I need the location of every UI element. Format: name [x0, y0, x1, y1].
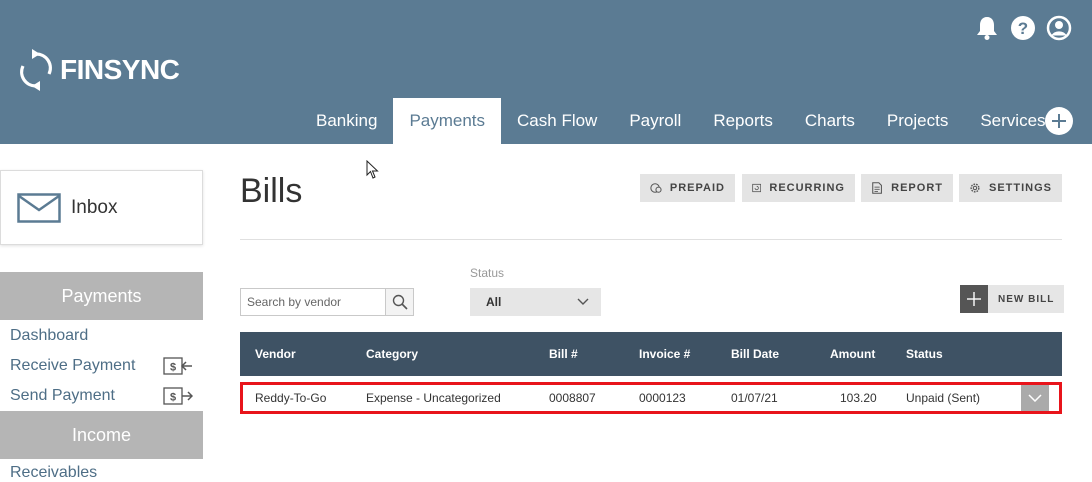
top-navigation-bar: FINSYNC ? Banking Payments Cash Flow Pay…: [0, 0, 1092, 144]
new-bill-button[interactable]: NEW BILL: [960, 285, 1065, 313]
tab-payroll[interactable]: Payroll: [613, 98, 697, 144]
prepaid-icon: [650, 183, 662, 193]
tab-reports[interactable]: Reports: [697, 98, 789, 144]
tab-payments[interactable]: Payments: [393, 98, 502, 144]
brand-name: FINSYNC: [60, 54, 180, 85]
sidebar-item-dashboard[interactable]: Dashboard: [10, 327, 88, 345]
column-header-amount[interactable]: Amount: [830, 332, 875, 376]
status-filter-value: All: [486, 295, 502, 309]
bell-icon[interactable]: [974, 14, 1000, 42]
cell-invoice-number: 0000123: [639, 391, 686, 405]
recurring-icon: [752, 183, 762, 193]
search-icon: [392, 294, 408, 310]
divider: [240, 239, 1062, 240]
column-header-vendor[interactable]: Vendor: [255, 332, 296, 376]
new-bill-label: NEW BILL: [988, 285, 1065, 313]
search-input[interactable]: [241, 289, 385, 315]
column-header-bill-number[interactable]: Bill #: [549, 332, 578, 376]
recurring-button[interactable]: RECURRING: [742, 174, 855, 202]
settings-label: SETTINGS: [988, 182, 1052, 194]
status-filter-label: Status: [470, 266, 505, 280]
sidebar-header-income[interactable]: Income: [0, 411, 203, 459]
column-header-invoice-number[interactable]: Invoice #: [639, 332, 690, 376]
tab-charts[interactable]: Charts: [789, 98, 871, 144]
settings-button[interactable]: SETTINGS: [959, 174, 1062, 202]
cell-bill-number: 0008807: [549, 391, 596, 405]
recurring-label: RECURRING: [769, 182, 845, 194]
row-expand-button[interactable]: [1021, 385, 1049, 411]
sidebar-item-send-payment[interactable]: Send Payment: [10, 387, 115, 405]
mouse-cursor-icon: [366, 160, 379, 179]
report-icon: [872, 182, 882, 194]
plus-icon: [960, 285, 988, 313]
column-header-bill-date[interactable]: Bill Date: [731, 332, 779, 376]
svg-text:$: $: [170, 392, 176, 404]
inbox-card[interactable]: Inbox: [0, 170, 203, 245]
page-title: Bills: [240, 172, 303, 210]
svg-text:?: ?: [1018, 19, 1028, 38]
svg-text:$: $: [170, 362, 176, 374]
search-button[interactable]: [385, 289, 413, 315]
receive-money-icon[interactable]: $: [163, 356, 193, 376]
cell-category: Expense - Uncategorized: [366, 391, 501, 405]
tab-projects[interactable]: Projects: [871, 98, 964, 144]
sidebar-header-payments[interactable]: Payments: [0, 272, 203, 320]
chevron-down-icon: [577, 298, 589, 305]
main-nav-tabs: Banking Payments Cash Flow Payroll Repor…: [300, 98, 1062, 144]
user-icon[interactable]: [1046, 14, 1072, 42]
cell-amount: 103.20: [840, 391, 877, 405]
sync-logo-icon: [20, 49, 52, 91]
bills-table-header: Vendor Category Bill # Invoice # Bill Da…: [240, 332, 1062, 376]
inbox-label: Inbox: [71, 196, 118, 218]
report-button[interactable]: REPORT: [861, 174, 953, 202]
cell-status: Unpaid (Sent): [906, 391, 981, 405]
column-header-status[interactable]: Status: [906, 332, 943, 376]
prepaid-label: PREPAID: [669, 182, 725, 194]
envelope-icon: [17, 192, 61, 223]
gear-icon: [970, 183, 980, 193]
sidebar-item-receivables[interactable]: Receivables: [10, 464, 97, 482]
sidebar-item-receive-payment[interactable]: Receive Payment: [10, 357, 135, 375]
cell-bill-date: 01/07/21: [731, 391, 778, 405]
finsync-logo[interactable]: FINSYNC: [18, 48, 180, 92]
send-money-icon[interactable]: $: [163, 386, 193, 406]
header-icons: ?: [974, 14, 1072, 42]
status-filter-select[interactable]: All: [470, 288, 601, 316]
prepaid-button[interactable]: PREPAID: [640, 174, 735, 202]
table-row[interactable]: Reddy-To-Go Expense - Uncategorized 0008…: [240, 382, 1062, 414]
add-button[interactable]: [1045, 107, 1073, 135]
tab-banking[interactable]: Banking: [300, 98, 393, 144]
chevron-down-icon: [1028, 394, 1042, 402]
help-icon[interactable]: ?: [1010, 14, 1036, 42]
cell-vendor: Reddy-To-Go: [255, 391, 327, 405]
vendor-search: [240, 288, 414, 316]
column-header-category[interactable]: Category: [366, 332, 418, 376]
tab-cash-flow[interactable]: Cash Flow: [501, 98, 613, 144]
report-label: REPORT: [891, 182, 943, 194]
plus-icon: [1052, 114, 1066, 128]
